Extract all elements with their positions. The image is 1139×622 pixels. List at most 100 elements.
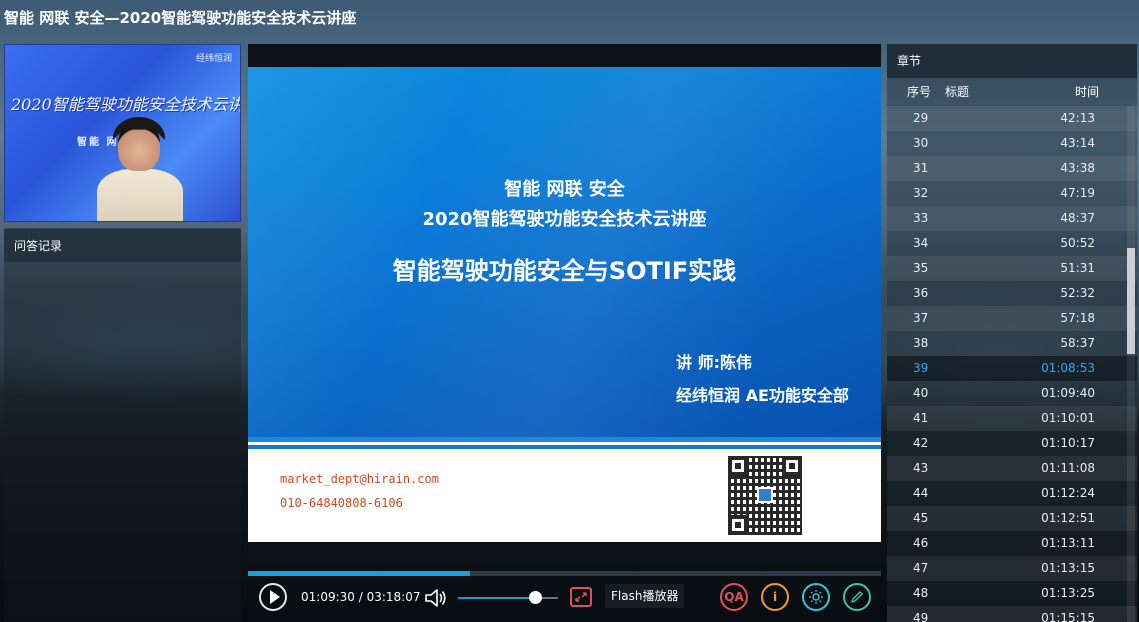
chapter-row[interactable]: 45 01:12:51 [887,506,1137,531]
qa-header[interactable]: 问答记录 [4,228,241,262]
picture-in-picture-button[interactable] [570,587,592,607]
slide-divider-bottom [248,445,881,449]
presenter-body [97,169,183,221]
chapter-time: 52:32 [1060,286,1095,300]
chapter-row[interactable]: 46 01:13:11 [887,531,1137,556]
slide-line1: 智能 网联 安全 [504,179,625,200]
slide-department: 经纬恒润 AE功能安全部 [676,386,849,405]
brightness-button[interactable] [802,583,830,611]
chapter-num: 30 [913,136,929,150]
chapter-row[interactable]: 39 01:08:53 [887,356,1137,381]
chapter-panel: 章节 序号 标题 时间 29 42:13 30 43:14 31 43:38 32 47:19… [887,44,1137,622]
chapter-time: 47:19 [1060,186,1095,200]
webcam-banner-title: 2020智能驾驶功能安全技术云讲座 [11,95,241,114]
chapter-row[interactable]: 31 43:38 [887,156,1137,181]
chapter-row[interactable]: 40 01:09:40 [887,381,1137,406]
chapter-row[interactable]: 38 58:37 [887,331,1137,356]
chapter-row[interactable]: 29 42:13 [887,106,1137,131]
qa-button[interactable]: QA [720,583,748,611]
chapter-num: 33 [913,211,929,225]
video-player: 智能 网联 安全 2020智能驾驶功能安全技术云讲座 智能驾驶功能安全与SOTI… [248,44,881,622]
chapter-row[interactable]: 35 51:31 [887,256,1137,281]
sun-icon [809,590,823,604]
volume-slider[interactable] [458,591,558,604]
note-button[interactable] [843,583,871,611]
chapter-time: 51:31 [1060,261,1095,275]
left-column: 经纬恒润 2020智能驾驶功能安全技术云讲座 智能 网联 问答记录 [4,44,241,622]
slide-phone: 010-64840808-6106 [280,496,403,510]
chapter-num: 29 [913,111,929,125]
chapter-time: 01:15:15 [1041,611,1095,622]
chapter-num: 45 [913,511,929,525]
presentation-slide: 智能 网联 安全 2020智能驾驶功能安全技术云讲座 智能驾驶功能安全与SOTI… [248,67,881,542]
volume-icon[interactable] [424,587,448,609]
progress-bar[interactable] [248,571,881,576]
chapter-row[interactable]: 36 52:32 [887,281,1137,306]
chapter-list: 29 42:13 30 43:14 31 43:38 32 47:19 33 48:37 34 50:… [887,106,1137,622]
chapter-panel-title: 章节 [887,44,1137,78]
slide-speaker: 讲 师:陈伟 [676,353,752,372]
pencil-icon [851,591,863,603]
chapter-time: 01:10:17 [1041,436,1095,450]
chapter-row[interactable]: 48 01:13:25 [887,581,1137,606]
chapter-time: 43:38 [1060,161,1095,175]
chapter-num: 44 [913,486,929,500]
chapter-row[interactable]: 47 01:13:15 [887,556,1137,581]
chapter-num: 32 [913,186,929,200]
chapter-time: 01:11:08 [1041,461,1095,475]
chapter-num: 42 [913,436,929,450]
qa-icon: QA [724,590,744,604]
chapter-row[interactable]: 37 57:18 [887,306,1137,331]
chapter-num: 47 [913,561,929,575]
chapter-row[interactable]: 33 48:37 [887,206,1137,231]
qa-panel: 问答记录 [4,228,241,622]
flash-player-button[interactable]: Flash播放器 [605,584,685,608]
chapter-row[interactable]: 44 01:12:24 [887,481,1137,506]
chapter-num: 39 [913,361,929,375]
chapter-num: 37 [913,311,929,325]
chapter-time: 01:08:53 [1041,361,1095,375]
chapter-row[interactable]: 41 01:10:01 [887,406,1137,431]
chapter-time: 58:37 [1060,336,1095,350]
progress-fill [248,571,470,576]
slide-line2: 2020智能驾驶功能安全技术云讲座 [422,209,707,230]
chapter-time: 01:12:51 [1041,511,1095,525]
chapter-scrollbar[interactable] [1127,106,1135,622]
chapter-num: 49 [913,611,929,622]
play-button[interactable] [259,583,287,611]
chapter-scroll-thumb[interactable] [1127,248,1135,354]
time-display: 01:09:30 / 03:18:07 [301,590,421,604]
chapter-row[interactable]: 34 50:52 [887,231,1137,256]
chapter-time: 01:10:01 [1041,411,1095,425]
info-button[interactable]: i [761,583,789,611]
chapter-time: 01:12:24 [1041,486,1095,500]
chapter-num: 48 [913,586,929,600]
chapter-row[interactable]: 30 43:14 [887,131,1137,156]
slide-title: 智能驾驶功能安全与SOTIF实践 [392,257,737,285]
chapter-num: 43 [913,461,929,475]
webcam-video[interactable]: 经纬恒润 2020智能驾驶功能安全技术云讲座 智能 网联 [4,44,241,222]
chapter-row[interactable]: 32 47:19 [887,181,1137,206]
slide-email: market_dept@hirain.com [280,472,439,486]
video-area[interactable]: 智能 网联 安全 2020智能驾驶功能安全技术云讲座 智能驾驶功能安全与SOTI… [248,44,881,564]
chapter-table-header: 序号 标题 时间 [887,78,1137,106]
chapter-num: 40 [913,386,929,400]
webcam-logo: 经纬恒润 [195,54,232,64]
page-title: 智能 网联 安全—2020智能驾驶功能安全技术云讲座 [4,9,357,27]
resize-icon [575,592,587,602]
qr-code [728,456,802,535]
chapter-row[interactable]: 49 01:15:15 [887,606,1137,622]
chapter-time: 57:18 [1060,311,1095,325]
chapter-num: 31 [913,161,929,175]
chapter-row[interactable]: 42 01:10:17 [887,431,1137,456]
column-header-title: 标题 [945,85,970,99]
chapter-time: 48:37 [1060,211,1095,225]
chapter-time: 01:13:25 [1041,586,1095,600]
chapter-time: 01:13:15 [1041,561,1095,575]
chapter-time: 01:09:40 [1041,386,1095,400]
chapter-row[interactable]: 43 01:11:08 [887,456,1137,481]
volume-knob[interactable] [529,591,542,604]
info-icon: i [772,590,778,604]
qr-center-logo [757,487,773,503]
chapter-time: 50:52 [1060,236,1095,250]
